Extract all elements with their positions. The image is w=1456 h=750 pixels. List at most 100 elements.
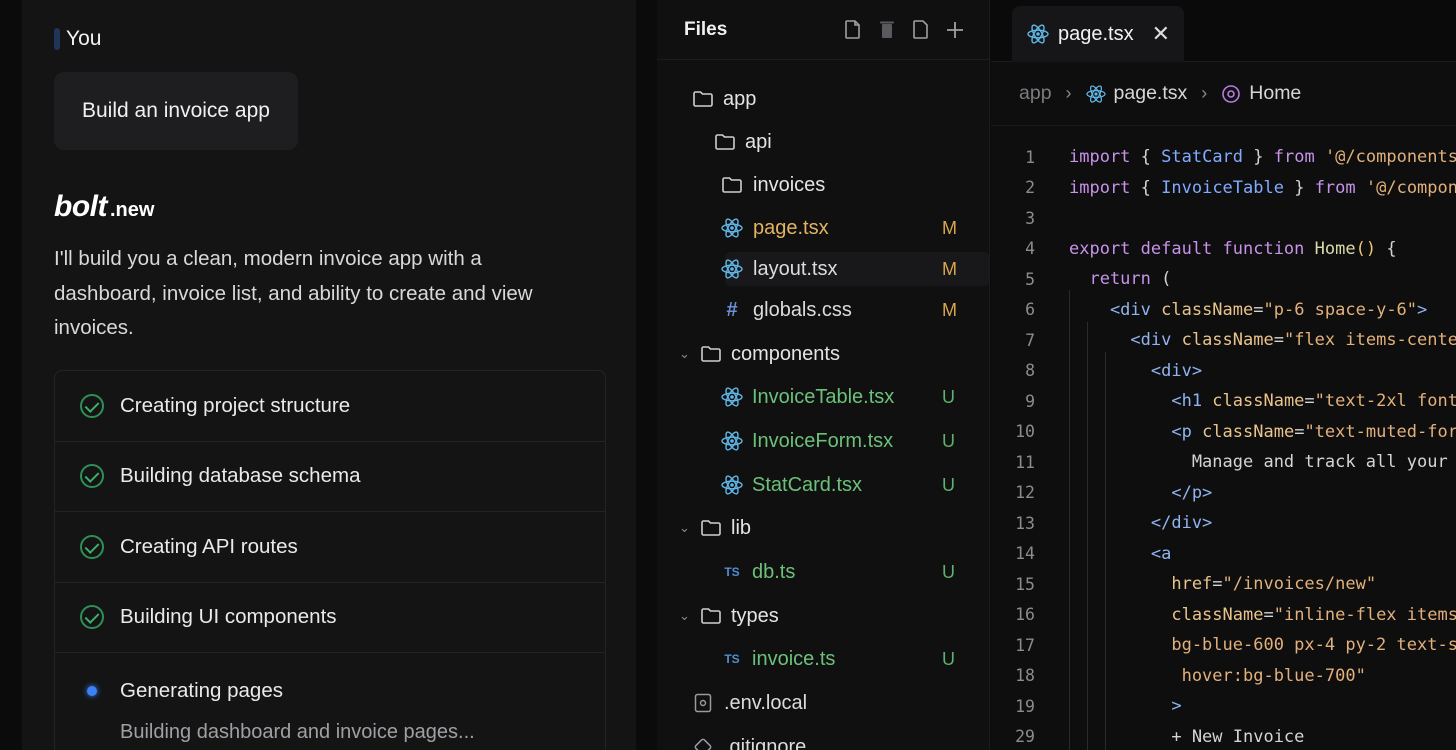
step-label: Creating API routes — [120, 534, 298, 558]
tree-folder-types[interactable]: ⌄ types — [657, 599, 989, 633]
tree-item-label: .gitignore — [724, 735, 807, 750]
tree-item-label: layout.tsx — [753, 257, 838, 280]
tree-file-env-local[interactable]: .env.local — [657, 686, 989, 720]
git-status-badge: U — [942, 386, 955, 407]
tree-file-gitignore[interactable]: .gitignore — [657, 730, 989, 750]
step-label: Building UI components — [120, 605, 337, 629]
tree-item-label: types — [731, 604, 779, 627]
tree-file-invoiceform[interactable]: InvoiceForm.tsx U — [657, 424, 989, 458]
folder-icon — [721, 174, 743, 196]
breadcrumb: app › page.tsx › Home — [991, 62, 1456, 126]
line-number: 5 — [1025, 269, 1035, 289]
line-number: 9 — [1025, 391, 1035, 411]
code-text: <div className="flex items-center justif… — [1069, 330, 1456, 350]
code-line: 12 </p> — [991, 478, 1456, 508]
git-status-badge: M — [942, 299, 957, 320]
assistant-message: I'll build you a clean, modern invoice a… — [54, 247, 533, 339]
chat-panel: You Build an invoice app bolt .new I'll … — [22, 0, 636, 750]
delete-icon[interactable] — [877, 19, 897, 41]
code-line: 6 <div className="p-6 space-y-6"> — [991, 295, 1456, 325]
file-explorer-header: Files — [657, 0, 989, 60]
code-line: 11 Manage and track all your invoices — [991, 447, 1456, 477]
tree-file-layout-tsx[interactable]: layout.tsx M — [721, 252, 989, 286]
folder-icon — [700, 343, 722, 365]
code-text: <div> — [1069, 360, 1203, 381]
react-icon — [721, 474, 743, 496]
tree-file-invoice-ts[interactable]: TS invoice.ts U — [657, 642, 989, 676]
line-number: 29 — [1015, 727, 1035, 746]
folder-icon — [700, 517, 722, 539]
breadcrumb-item[interactable]: Home — [1249, 82, 1301, 105]
tree-item-label: InvoiceForm.tsx — [752, 429, 894, 452]
tree-folder-components[interactable]: ⌄ components — [657, 337, 989, 371]
line-number: 16 — [1015, 605, 1035, 624]
step-label: Creating project structure — [120, 393, 351, 417]
breadcrumb-item[interactable]: page.tsx — [1114, 82, 1188, 105]
close-icon[interactable]: ✕ — [1152, 21, 1170, 47]
react-icon — [721, 430, 743, 452]
git-icon — [692, 736, 714, 750]
code-text: hover:bg-blue-700" — [1069, 665, 1366, 686]
user-prompt-bubble: Build an invoice app — [54, 72, 298, 150]
folder-icon — [714, 131, 736, 153]
line-number: 12 — [1015, 483, 1035, 502]
step-item: Building database schema — [55, 442, 605, 512]
tree-item-label: .env.local — [724, 691, 808, 714]
git-status-badge: U — [942, 430, 955, 451]
user-label: You — [66, 27, 102, 50]
tree-folder-api[interactable]: api — [657, 125, 989, 159]
step-detail: Building dashboard and invoice pages... — [120, 721, 475, 743]
step-item-active: Generating pages Building dashboard and … — [55, 653, 605, 750]
tree-file-invoicetable[interactable]: InvoiceTable.tsx U — [657, 380, 989, 414]
check-circle-icon — [80, 464, 104, 489]
tab-page-tsx[interactable]: page.tsx ✕ — [1012, 6, 1184, 62]
tree-item-label: api — [745, 130, 772, 153]
add-icon[interactable] — [945, 19, 965, 41]
tree-file-db-ts[interactable]: TS db.ts U — [657, 555, 989, 589]
code-text: bg-blue-600 px-4 py-2 text-sm — [1069, 635, 1456, 655]
folder-icon — [692, 88, 714, 110]
tree-item-label: globals.css — [753, 298, 852, 321]
check-circle-icon — [80, 534, 104, 559]
code-line: 2 import { InvoiceTable } from '@/compone… — [991, 173, 1456, 203]
tree-item-label: InvoiceTable.tsx — [752, 385, 895, 408]
git-status-badge: U — [942, 561, 955, 582]
tree-file-statcard[interactable]: StatCard.tsx U — [657, 468, 989, 502]
chevron-right-icon: › — [1201, 83, 1208, 103]
code-line: 14 <a — [991, 539, 1456, 569]
new-file-icon[interactable] — [843, 19, 863, 41]
code-text: <p className="text-muted-foreground"> — [1069, 421, 1456, 442]
symbol-icon — [1221, 84, 1241, 104]
chevron-down-icon[interactable]: ⌄ — [679, 346, 693, 362]
tree-file-page-tsx[interactable]: page.tsx M — [657, 211, 989, 245]
brand-suffix: .new — [109, 199, 155, 221]
code-line: 4 export default function Home() { — [991, 234, 1456, 264]
chevron-down-icon[interactable]: ⌄ — [679, 608, 693, 624]
tree-folder-lib[interactable]: ⌄ lib — [657, 511, 989, 545]
code-line: 16 className="inline-flex items-center g… — [991, 600, 1456, 630]
file-explorer: Files app api invoices page.tsx M layout… — [657, 0, 990, 750]
typescript-icon: TS — [724, 565, 740, 579]
chevron-right-icon: › — [1065, 83, 1072, 103]
line-number: 18 — [1015, 666, 1035, 685]
bolt-logo: bolt .new — [54, 190, 154, 224]
code-line: 5 return ( — [991, 264, 1456, 294]
line-number: 15 — [1015, 574, 1035, 594]
tree-file-globals-css[interactable]: # globals.css M — [657, 293, 989, 327]
typescript-icon: TS — [724, 652, 740, 666]
step-item: Building UI components — [55, 583, 605, 653]
line-number: 1 — [1025, 147, 1035, 167]
code-line: 15 href="/invoices/new" — [991, 569, 1456, 599]
code-text: Manage and track all your invoices — [1191, 452, 1448, 472]
tree-folder-app[interactable]: app — [657, 82, 989, 116]
tree-item-label: db.ts — [752, 560, 796, 583]
code-line: 1 import { StatCard } from '@/components/… — [991, 142, 1456, 172]
code-line: 9 <h1 className="text-2xl font-bold"> — [991, 386, 1456, 416]
line-number: 17 — [1015, 635, 1035, 655]
breadcrumb-item[interactable]: app — [1019, 82, 1052, 105]
tree-folder-invoices[interactable]: invoices — [657, 168, 989, 202]
settings-file-icon — [692, 692, 714, 714]
chevron-down-icon[interactable]: ⌄ — [679, 520, 693, 536]
user-avatar — [54, 28, 60, 50]
copy-icon[interactable] — [911, 19, 931, 41]
